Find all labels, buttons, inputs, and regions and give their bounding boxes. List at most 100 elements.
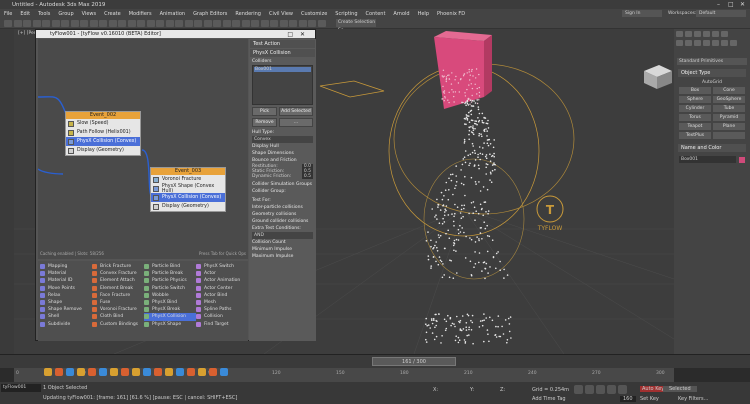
palette-operator[interactable]: Brick Fracture — [92, 263, 144, 270]
event2-operator[interactable]: Display (Geometry) — [151, 202, 225, 211]
primitive-button[interactable]: Sphere — [679, 96, 711, 103]
palette-operator[interactable]: Convex Fracture — [92, 270, 144, 277]
palette-operator[interactable]: Spline Paths — [196, 306, 248, 313]
palette-operator[interactable]: Collision — [196, 313, 248, 320]
inter-particle-radio[interactable]: Inter-particle collisions — [249, 204, 316, 211]
toolbar-tool-icon[interactable] — [194, 20, 202, 27]
shelf-tool-icon[interactable] — [66, 368, 74, 376]
toolbar-tool-icon[interactable] — [184, 20, 193, 27]
toolbar-tool-icon[interactable] — [118, 20, 126, 27]
add-time-tag[interactable]: Add Time Tag — [532, 396, 566, 402]
go-to-end-icon[interactable] — [618, 385, 627, 394]
event-node-1[interactable]: Event_002 Slow (Speed) Path Follow (Helix0… — [65, 111, 141, 156]
palette-operator[interactable]: Particle Physics — [144, 277, 196, 284]
palette-operator[interactable]: Actor Center — [196, 285, 248, 292]
event-node-2[interactable]: Event_003 Voronoi Fracture PhysX Shape (Co… — [150, 167, 226, 212]
toolbar-tool-icon[interactable] — [260, 20, 269, 27]
shelf-tool-icon[interactable] — [165, 368, 173, 376]
primitive-button[interactable] — [713, 132, 745, 139]
primitive-button[interactable]: GeoSphere — [713, 96, 745, 103]
palette-operator[interactable]: Actor Bind — [196, 292, 248, 299]
colliders-list[interactable]: Box001 — [252, 65, 313, 105]
menu-item-customize[interactable]: Customize — [297, 11, 331, 17]
palette-operator[interactable]: Relax — [40, 292, 92, 299]
collision-count-checkbox[interactable]: Collision Count — [249, 239, 316, 246]
toolbar-tool-icon[interactable] — [175, 20, 183, 27]
toolbar-tool-icon[interactable] — [279, 20, 288, 27]
next-frame-icon[interactable] — [607, 385, 616, 394]
menu-item-arnold[interactable]: Arnold — [389, 11, 413, 17]
toolbar-tool-icon[interactable] — [241, 20, 250, 27]
palette-operator[interactable]: Voronoi Fracture — [92, 306, 144, 313]
tyflow-title-bar[interactable]: tyFlow001 - [tyFlow v0.16010 (BETA) Edit… — [36, 30, 315, 38]
event1-operator[interactable]: Display (Geometry) — [66, 146, 140, 155]
toolbar-tool-icon[interactable] — [137, 20, 145, 27]
toolbar-tool-icon[interactable] — [80, 20, 88, 27]
event1-operator[interactable]: PhysX Collision (Convex) — [66, 137, 140, 146]
palette-operator[interactable]: Custom Bindings — [92, 321, 144, 328]
key-mode-dropdown[interactable]: Selected — [663, 386, 697, 392]
toolbar-tool-icon[interactable] — [270, 20, 278, 27]
set-key-button[interactable]: Set Key — [640, 396, 659, 402]
event1-operator[interactable]: Path Follow (Helix001) — [66, 128, 140, 137]
palette-operator[interactable]: Cloth Bind — [92, 313, 144, 320]
workspace-dropdown[interactable]: Default — [696, 10, 746, 17]
primitive-button[interactable]: Box — [679, 87, 711, 94]
toolbar-tool-icon[interactable] — [203, 20, 212, 27]
key-filters-button[interactable]: Key Filters... — [678, 396, 708, 402]
toolbar-tool-icon[interactable] — [146, 20, 155, 27]
toolbar-tool-icon[interactable] — [108, 20, 117, 27]
palette-operator[interactable]: Particle Switch — [144, 285, 196, 292]
dynamic-friction-spinner[interactable]: 0.5 — [301, 174, 313, 179]
toolbar-tool-icon[interactable] — [13, 20, 22, 27]
menu-item-civil-view[interactable]: Civil View — [265, 11, 297, 17]
remove-button[interactable]: Remove — [252, 118, 277, 127]
shelf-tool-icon[interactable] — [44, 368, 52, 376]
tyflow-maximize-icon[interactable]: □ — [287, 31, 293, 38]
toolbar-tool-icon[interactable] — [317, 20, 326, 27]
selection-set-dropdown[interactable]: Create Selection Se — [336, 19, 376, 33]
palette-operator[interactable]: PhysX Break — [144, 306, 196, 313]
palette-operator[interactable]: Mesh — [196, 299, 248, 306]
palette-operator[interactable]: Shell — [40, 313, 92, 320]
maximize-icon[interactable]: □ — [728, 1, 734, 8]
time-slider-bar[interactable]: 161 / 300 — [0, 354, 750, 368]
palette-operator[interactable]: Mapping — [40, 263, 92, 270]
event1-operator[interactable]: Slow (Speed) — [66, 119, 140, 128]
toolbar-tool-icon[interactable] — [308, 20, 316, 27]
previous-frame-icon[interactable] — [585, 385, 594, 394]
sign-in-button[interactable]: Sign In — [622, 10, 662, 17]
toolbar-tool-icon[interactable] — [42, 20, 50, 27]
shelf-tool-icon[interactable] — [154, 368, 162, 376]
name-color-header[interactable]: Name and Color — [678, 144, 746, 152]
add-selected-button[interactable]: Add Selected — [278, 107, 313, 116]
current-frame-field[interactable]: 160 — [620, 396, 636, 402]
maximum-impulse-checkbox[interactable]: Maximum Impulse — [249, 253, 316, 260]
toolbar-tool-icon[interactable] — [156, 20, 164, 27]
physx-collision-header[interactable]: PhysX Collision — [250, 49, 315, 57]
play-icon[interactable] — [596, 385, 605, 394]
geometry-collisions-radio[interactable]: Geometry collisions — [249, 211, 316, 218]
palette-operator[interactable]: Shape — [40, 299, 92, 306]
maxscript-listener[interactable]: tyFlow001 — [1, 384, 41, 392]
palette-operator[interactable]: Wobble — [144, 292, 196, 299]
toolbar-tool-icon[interactable] — [165, 20, 174, 27]
menu-item-rendering[interactable]: Rendering — [231, 11, 265, 17]
palette-operator[interactable]: Shape Remove — [40, 306, 92, 313]
close-icon[interactable]: ✕ — [740, 1, 745, 8]
primitive-button[interactable]: Tube — [713, 105, 745, 112]
palette-operator[interactable]: Face Fracture — [92, 292, 144, 299]
primitive-button[interactable]: Pyramid — [713, 114, 745, 121]
display-hull-checkbox[interactable]: Display Hull — [249, 143, 316, 150]
shelf-tool-icon[interactable] — [99, 368, 107, 376]
menu-item-scripting[interactable]: Scripting — [331, 11, 361, 17]
toolbar-tool-icon[interactable] — [89, 20, 98, 27]
and-dropdown[interactable]: AND — [252, 232, 313, 239]
shelf-tool-icon[interactable] — [176, 368, 184, 376]
palette-operator[interactable]: Material — [40, 270, 92, 277]
shelf-tool-icon[interactable] — [220, 368, 228, 376]
toolbar-tool-icon[interactable] — [23, 20, 31, 27]
palette-operator[interactable]: Particle Break — [144, 270, 196, 277]
menu-item-phoenix-fd[interactable]: Phoenix FD — [433, 11, 469, 17]
menu-item-animation[interactable]: Animation — [156, 11, 190, 17]
